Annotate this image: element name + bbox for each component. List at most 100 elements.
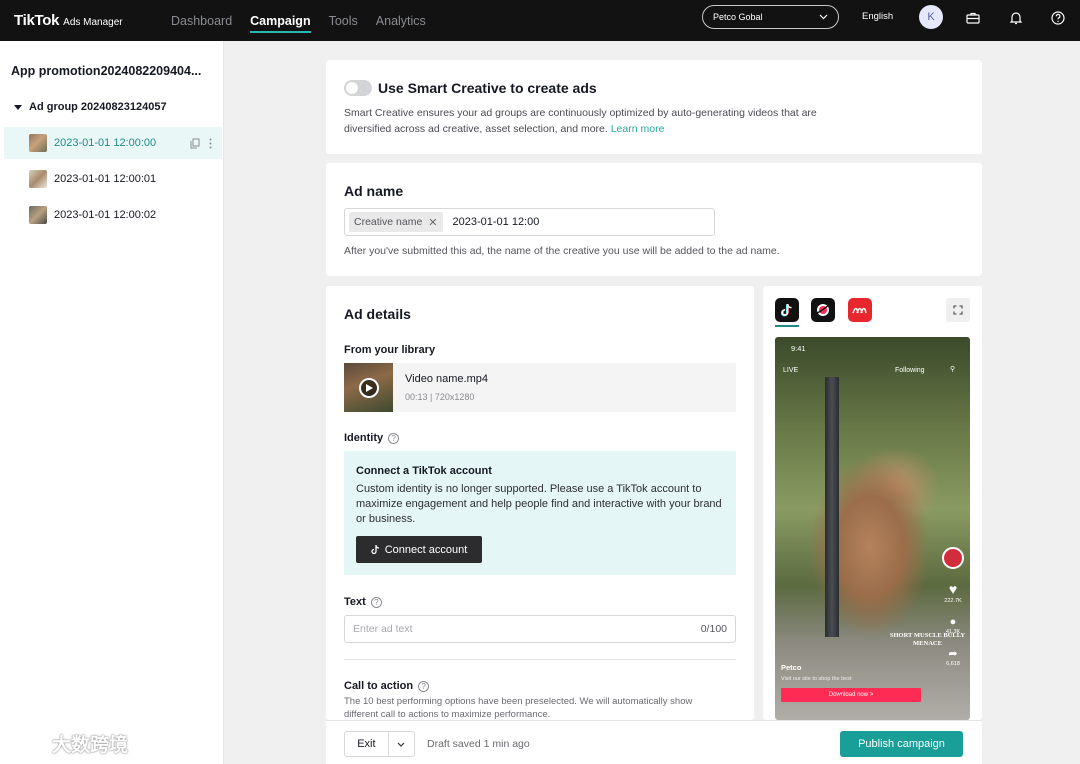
nav-tools[interactable]: Tools (320, 0, 367, 41)
ad-item-label: 2023-01-01 12:00:02 (54, 209, 157, 221)
ad-item-label: 2023-01-01 12:00:01 (54, 173, 157, 185)
selected-video[interactable]: Video name.mp4 00:13 | 720x1280 (344, 363, 736, 412)
cta-label-text: Call to action (344, 680, 414, 692)
campaign-name[interactable]: App promotion2024082209404... (11, 64, 211, 78)
help-icon[interactable] (1050, 10, 1066, 26)
smart-creative-title: Use Smart Creative to create ads (378, 80, 597, 96)
copy-icon[interactable] (190, 138, 200, 149)
smart-creative-description: Smart Creative ensures your ad groups ar… (344, 106, 864, 137)
video-thumbnail (344, 363, 393, 412)
watermark-logo-icon (8, 734, 45, 753)
char-counter: 0/100 (700, 623, 727, 635)
video-overlay-title: SHORT MUSCLE BULLY MENACE (889, 632, 966, 647)
from-library-label: From your library (344, 344, 436, 356)
live-icon: LIVE (783, 367, 799, 374)
identity-label-text: Identity (344, 432, 384, 444)
ad-item-label: 2023-01-01 12:00:00 (54, 137, 157, 149)
question-icon[interactable]: ? (418, 680, 430, 692)
account-selector[interactable]: Petco Gobal (702, 5, 839, 29)
publish-campaign-button[interactable]: Publish campaign (840, 731, 963, 757)
smart-creative-card: Use Smart Creative to create ads Smart C… (326, 60, 982, 154)
chevron-down-icon[interactable] (387, 732, 414, 756)
ad-name-title: Ad name (344, 183, 404, 199)
ad-details-title: Ad details (344, 306, 411, 322)
video-meta: 00:13 | 720x1280 (405, 392, 475, 402)
exit-button[interactable]: Exit (344, 731, 415, 757)
divider (344, 659, 736, 660)
nav-campaign[interactable]: Campaign (241, 0, 319, 41)
preview-caption: Visit our site to shop the best (781, 676, 852, 682)
ad-group-name: Ad group 20240823124057 (29, 101, 167, 113)
smart-creative-toggle[interactable] (344, 80, 372, 96)
action-footer: Exit Draft saved 1 min ago Publish campa… (326, 720, 982, 764)
ad-item-3[interactable]: 2023-01-01 12:00:02 (0, 199, 218, 231)
text-label: Text ? (344, 596, 382, 608)
exit-label: Exit (357, 738, 376, 750)
connect-button-label: Connect account (384, 543, 468, 556)
ad-group-item[interactable]: Ad group 20240823124057 (14, 101, 167, 113)
like-count: 222.7K (944, 598, 962, 604)
nav-analytics[interactable]: Analytics (367, 0, 435, 41)
share-count: 6,618 (946, 661, 960, 667)
smart-creative-desc-text: Smart Creative ensures your ad groups ar… (344, 107, 817, 135)
logo-text: TikTok (14, 12, 60, 29)
connect-text: Custom identity is no longer supported. … (356, 483, 722, 525)
language-selector[interactable]: English (862, 11, 893, 22)
cta-description: The 10 best performing options have been… (344, 696, 693, 720)
bell-icon[interactable] (1008, 10, 1024, 26)
connect-account-button[interactable]: Connect account (356, 536, 482, 563)
tiktok-ads-logo[interactable]: TikTok Ads Manager (14, 12, 162, 29)
ad-item-2[interactable]: 2023-01-01 12:00:01 (0, 163, 218, 195)
account-name: Petco Gobal (713, 12, 763, 22)
connect-title: Connect a TikTok account (356, 465, 492, 477)
more-icon[interactable] (209, 138, 212, 149)
play-icon[interactable] (358, 377, 379, 398)
question-icon[interactable]: ? (370, 596, 382, 608)
chip-label: Creative name (354, 216, 423, 228)
watermark-text: 大数跨境 (52, 735, 129, 756)
tiktok-platform-icon[interactable] (775, 298, 799, 322)
platform-tab-indicator (775, 325, 799, 327)
following-tab: Following (895, 367, 925, 374)
creative-name-chip: Creative name ✕ (349, 212, 443, 232)
ad-name-card: Ad name Creative name ✕ 2023-01-01 12:00… (326, 163, 982, 276)
ad-text-placeholder: Enter ad text (353, 623, 413, 635)
expand-icon[interactable] (946, 298, 970, 322)
ad-text-input[interactable]: Enter ad text 0/100 (344, 615, 736, 643)
ad-thumbnail (29, 134, 47, 152)
video-name: Video name.mp4 (405, 373, 488, 385)
learn-more-link[interactable]: Learn more (611, 123, 665, 135)
cta-label: Call to action ? (344, 680, 430, 692)
ad-name-value: 2023-01-01 12:00 (452, 216, 540, 228)
ad-preview-card: 9:41 LIVE Following ⚲ ♥ 222.7K ● 41.3K ➦… (763, 286, 982, 720)
question-icon[interactable]: ? (388, 432, 400, 444)
status-time: 9:41 (791, 344, 806, 353)
caret-down-icon[interactable] (14, 104, 22, 110)
ad-name-input[interactable]: Creative name ✕ 2023-01-01 12:00 (344, 208, 715, 236)
briefcase-icon[interactable] (965, 10, 981, 26)
heart-icon: ♥ (948, 581, 958, 597)
ad-item-1[interactable]: 2023-01-01 12:00:00 (4, 127, 222, 159)
ad-name-help: After you've submitted this ad, the name… (344, 245, 780, 257)
brand-avatar (942, 547, 964, 569)
ad-details-card: Ad details From your library Video name.… (326, 286, 754, 720)
ad-thumbnail (29, 170, 47, 188)
ad-item-actions (190, 138, 212, 149)
nav-dashboard[interactable]: Dashboard (162, 0, 241, 41)
search-icon: ⚲ (950, 366, 956, 373)
tiktok-icon (371, 544, 379, 554)
user-avatar[interactable]: K (919, 5, 943, 29)
watermark: 大数跨境 (8, 730, 128, 757)
chip-close-icon[interactable]: ✕ (428, 216, 437, 229)
ad-thumbnail (29, 206, 47, 224)
share-icon: ➦ (948, 648, 958, 660)
main-nav: Dashboard Campaign Tools Analytics (162, 0, 435, 41)
buzzvideo-platform-icon[interactable] (848, 298, 872, 322)
top-bar: TikTok Ads Manager Dashboard Campaign To… (0, 0, 1080, 41)
comment-icon: ● (949, 616, 957, 628)
preview-side-actions: ♥ 222.7K ● 41.3K ➦ 6,618 (942, 547, 964, 667)
pangle-platform-icon[interactable] (811, 298, 835, 322)
logo-subtext: Ads Manager (63, 17, 123, 28)
campaign-tree-sidebar: App promotion2024082209404... Ad group 2… (0, 41, 224, 764)
chevron-down-icon (819, 14, 828, 20)
